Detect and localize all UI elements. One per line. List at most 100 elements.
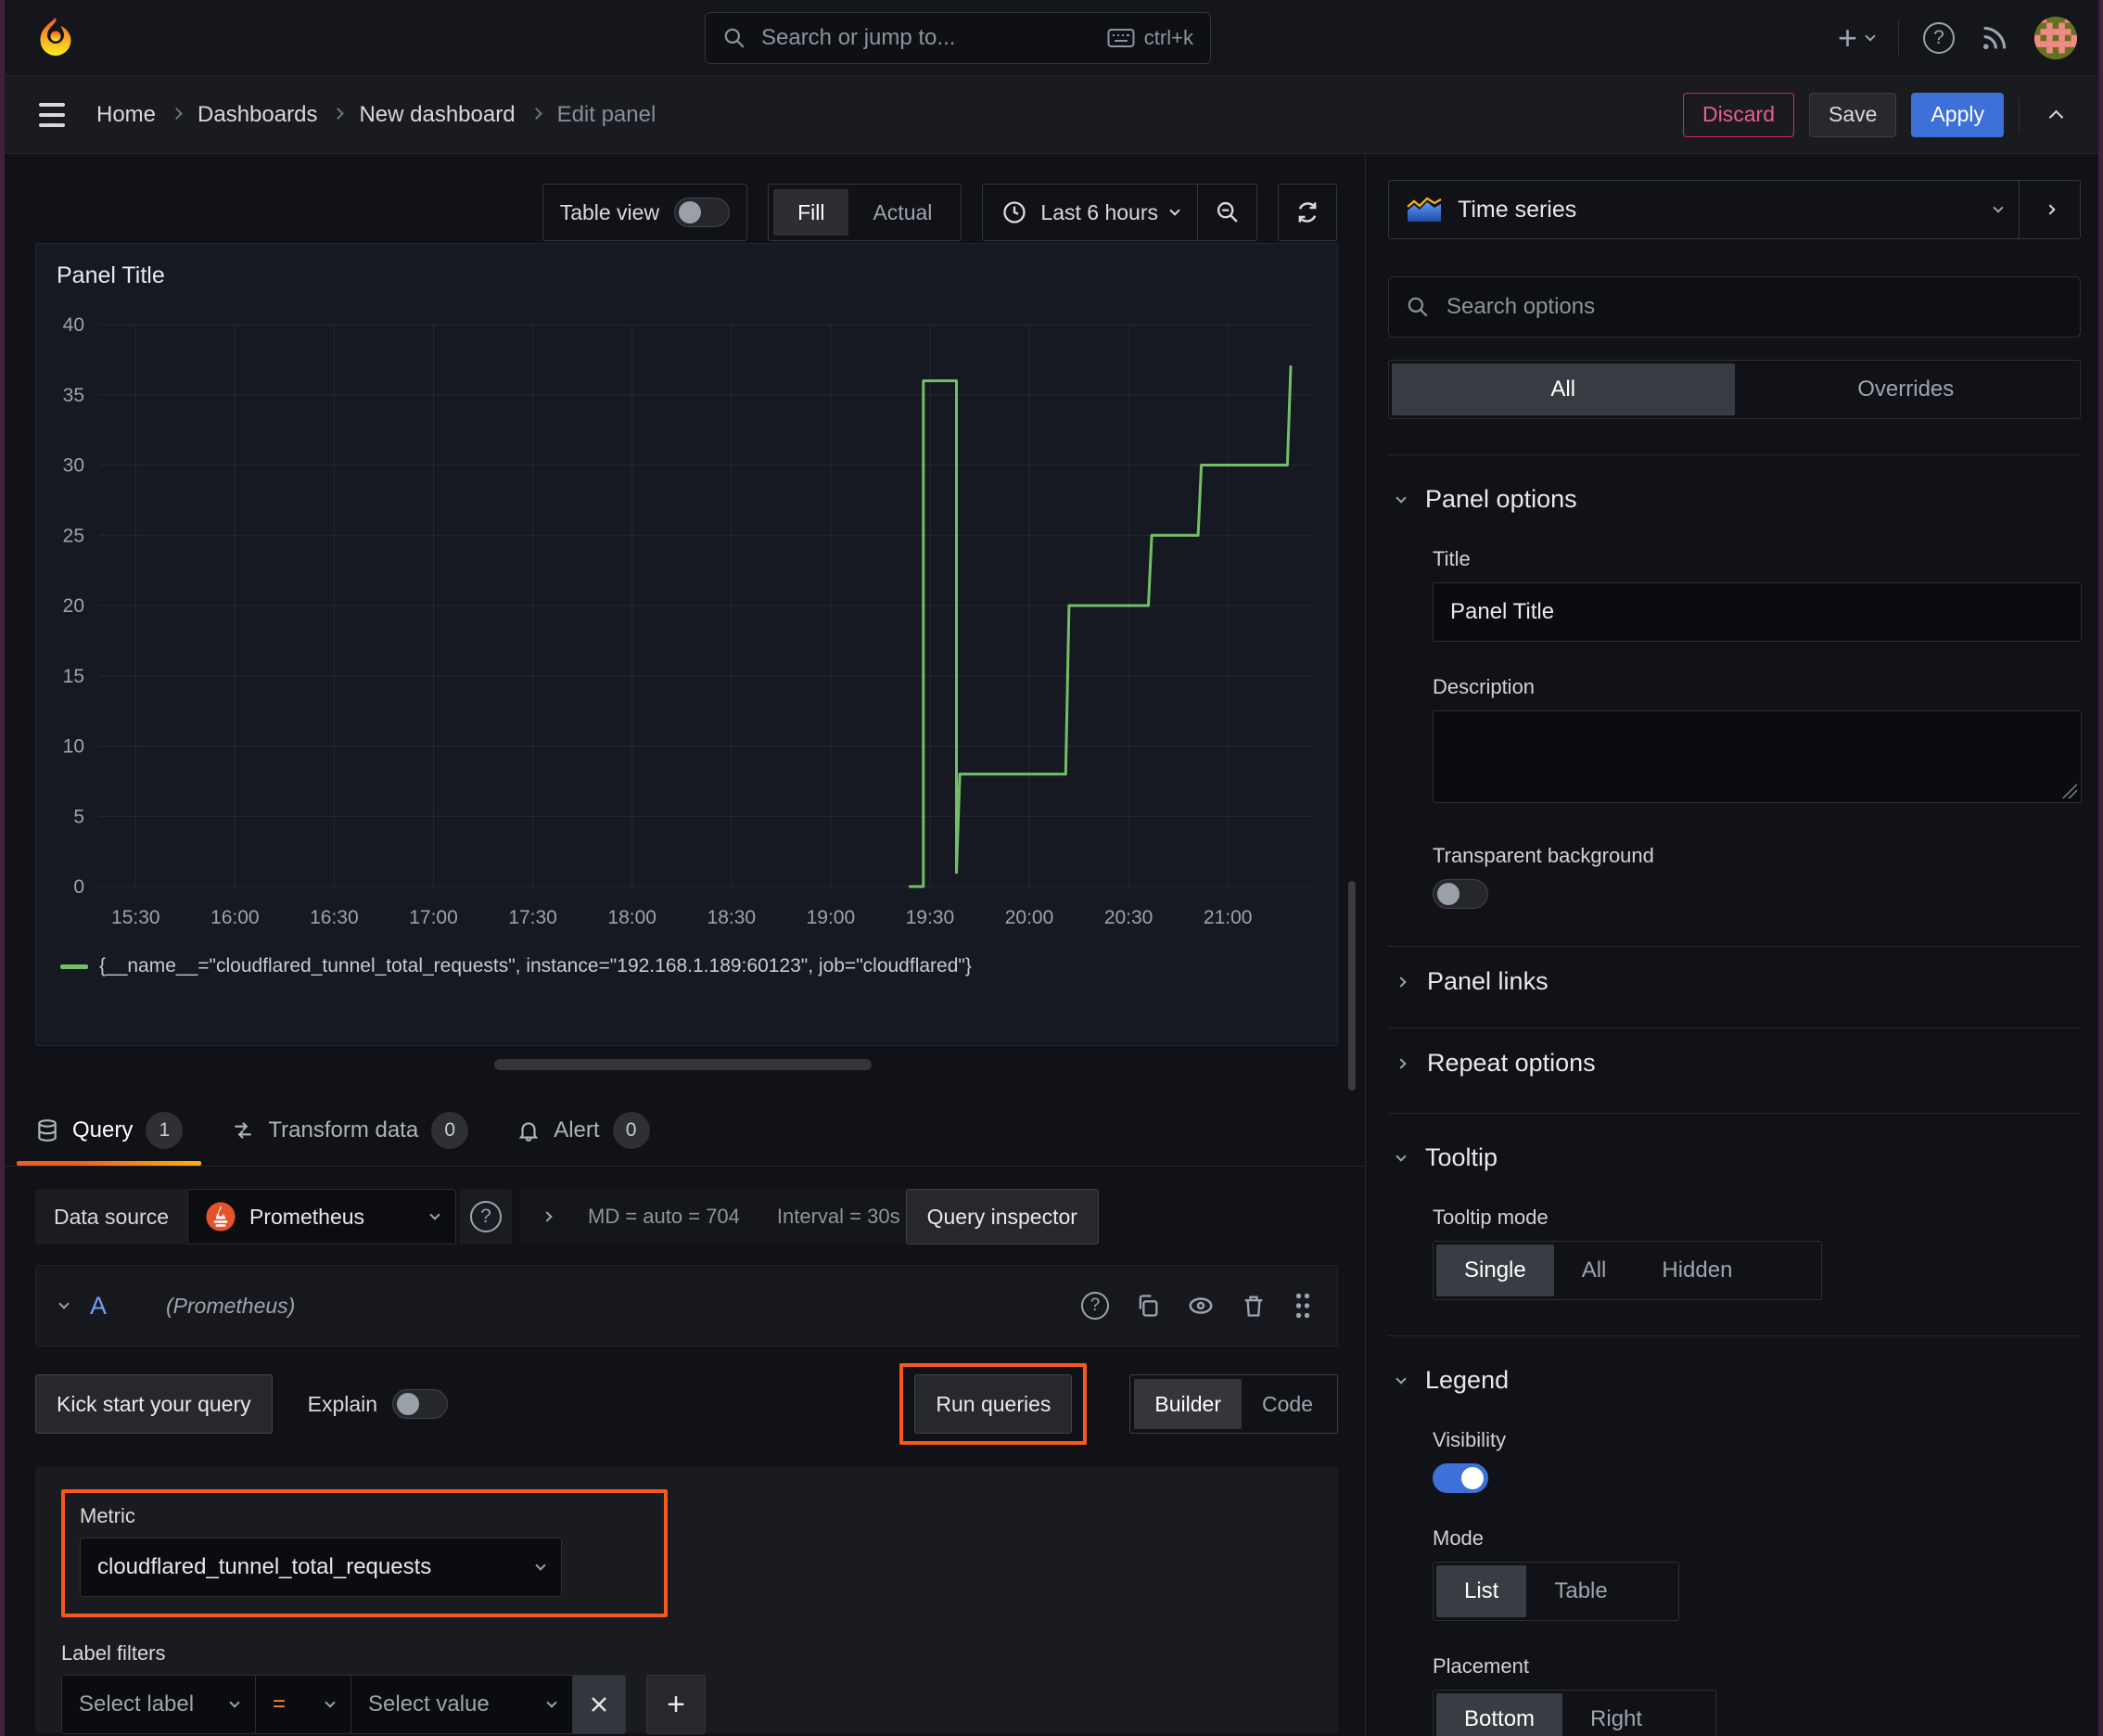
code-option[interactable]: Code [1242, 1379, 1333, 1429]
placement-right[interactable]: Right [1562, 1693, 1670, 1736]
metric-select[interactable]: cloudflared_tunnel_total_requests [80, 1538, 562, 1597]
tab-transform-data[interactable]: Transform data 0 [231, 1112, 469, 1166]
breadcrumb-dashboards[interactable]: Dashboards [198, 102, 317, 128]
chevron-down-icon [229, 1697, 240, 1708]
tab-query-label: Query [72, 1117, 134, 1142]
operator-dropdown[interactable]: = [255, 1675, 351, 1734]
tooltip-header[interactable]: Tooltip [1388, 1143, 2081, 1172]
chevron-down-icon [1865, 30, 1876, 42]
description-textarea[interactable] [1433, 710, 2082, 803]
query-row-header[interactable]: A (Prometheus) ? [35, 1265, 1338, 1347]
zoom-out-time-button[interactable] [1197, 185, 1256, 240]
time-range-label: Last 6 hours [1040, 199, 1158, 224]
global-search-input[interactable] [758, 23, 1094, 52]
series-color-marker[interactable] [60, 964, 88, 969]
metric-label: Metric [80, 1504, 135, 1527]
query-help-icon[interactable]: ? [1081, 1292, 1109, 1320]
panel-title-input[interactable] [1433, 582, 2082, 642]
scrollbar-thumb[interactable] [1348, 881, 1356, 1091]
tooltip-mode-hidden[interactable]: Hidden [1634, 1245, 1760, 1296]
svg-text:35: 35 [63, 385, 84, 406]
datasource-picker[interactable]: Prometheus [187, 1189, 457, 1245]
placement-bottom[interactable]: Bottom [1436, 1693, 1563, 1736]
builder-option[interactable]: Builder [1134, 1379, 1243, 1429]
metric-value: cloudflared_tunnel_total_requests [97, 1554, 432, 1579]
news-button[interactable] [1979, 22, 2010, 54]
bottom-pane-tabs: Query 1 Transform data 0 Alert 0 [0, 1070, 1365, 1167]
datasource-help-button[interactable]: ? [460, 1189, 513, 1245]
resize-grip-icon[interactable] [2062, 784, 2077, 798]
select-label-dropdown[interactable]: Select label [61, 1675, 256, 1734]
transform-icon [231, 1118, 255, 1142]
query-inspector-button[interactable]: Query inspector [905, 1189, 1099, 1245]
options-search-input[interactable] [1445, 293, 2063, 321]
apply-button[interactable]: Apply [1911, 92, 2004, 137]
collapse-query-icon[interactable] [58, 1298, 70, 1309]
explain-toggle[interactable] [392, 1389, 449, 1419]
kick-start-button[interactable]: Kick start your query [35, 1374, 273, 1434]
toggle-viz-picker-button[interactable] [2019, 181, 2080, 238]
svg-text:21:00: 21:00 [1204, 907, 1253, 928]
tooltip-mode-all[interactable]: All [1554, 1245, 1635, 1296]
panel-links-row[interactable]: Panel links [1388, 946, 2081, 996]
panel-options-header[interactable]: Panel options [1388, 485, 2081, 514]
avatar[interactable] [2034, 16, 2077, 59]
svg-text:0: 0 [73, 876, 84, 898]
legend-mode-table[interactable]: Table [1526, 1565, 1635, 1617]
options-tab-overrides[interactable]: Overrides [1735, 364, 2078, 415]
time-range-button[interactable]: Last 6 hours [983, 185, 1197, 240]
legend-mode-list[interactable]: List [1436, 1565, 1527, 1617]
new-button[interactable]: + [1838, 20, 1876, 55]
discard-button[interactable]: Discard [1683, 92, 1795, 137]
collapse-header-button[interactable] [2034, 107, 2077, 125]
tab-alert[interactable]: Alert 0 [516, 1112, 650, 1166]
transparent-background-toggle[interactable] [1433, 879, 1488, 909]
drag-handle-icon[interactable] [1293, 1292, 1313, 1320]
refresh-icon [1298, 202, 1317, 223]
repeat-options-row[interactable]: Repeat options [1388, 1028, 2081, 1078]
add-filter-button[interactable]: + [646, 1675, 706, 1734]
refresh-button[interactable] [1278, 184, 1337, 241]
actual-option[interactable]: Actual [848, 189, 956, 236]
global-search[interactable]: ctrl+k [704, 11, 1211, 64]
menu-toggle-button[interactable] [39, 102, 65, 127]
select-value-dropdown[interactable]: Select value [350, 1675, 573, 1734]
help-button[interactable]: ? [1923, 21, 1955, 54]
table-view-toggle[interactable] [674, 198, 731, 227]
grafana-logo-icon[interactable] [33, 16, 78, 60]
save-button[interactable]: Save [1809, 92, 1897, 137]
metric-annotation-box: Metric cloudflared_tunnel_total_requests [61, 1489, 668, 1617]
series-legend-label[interactable]: {__name__="cloudflared_tunnel_total_requ… [99, 955, 972, 977]
query-options-summary[interactable]: MD = auto = 704 Interval = 30s [521, 1189, 910, 1245]
tooltip-section: Tooltip Tooltip mode Single All Hidden [1388, 1113, 2081, 1300]
visualization-select[interactable]: Time series [1389, 196, 2019, 223]
legend-header[interactable]: Legend [1388, 1366, 2081, 1395]
hide-response-eye-icon[interactable] [1187, 1292, 1215, 1320]
legend-visibility-toggle[interactable] [1433, 1463, 1488, 1493]
tab-query[interactable]: Query 1 [16, 1112, 202, 1166]
chevron-right-icon [171, 108, 183, 120]
query-ref-id: A [90, 1291, 108, 1320]
tooltip-mode-single[interactable]: Single [1436, 1245, 1554, 1296]
help-icon: ? [1923, 21, 1955, 54]
chevron-right-icon [1396, 976, 1407, 988]
query-count-badge: 1 [146, 1112, 184, 1149]
chevron-down-icon [546, 1697, 557, 1708]
breadcrumb-home[interactable]: Home [96, 102, 156, 128]
duplicate-icon[interactable] [1135, 1293, 1161, 1319]
fill-option[interactable]: Fill [773, 189, 849, 236]
query-row-actions: ? [1081, 1292, 1313, 1320]
run-queries-button[interactable]: Run queries [914, 1374, 1073, 1434]
interval: Interval = 30s [776, 1205, 900, 1228]
trash-icon[interactable] [1241, 1293, 1267, 1319]
svg-text:17:30: 17:30 [508, 907, 557, 928]
grafana-edit-panel-screen: ctrl+k + ? [0, 0, 2103, 1736]
options-search[interactable] [1388, 276, 2081, 338]
breadcrumb-new-dashboard[interactable]: New dashboard [359, 102, 515, 128]
chevron-down-icon [535, 1560, 546, 1571]
resize-handle[interactable] [493, 1059, 872, 1070]
time-series-chart[interactable]: 15:30 16:00 16:30 17:00 17:30 18:00 18:30 19:00… [51, 302, 1321, 951]
remove-filter-button[interactable] [572, 1675, 626, 1734]
actions-divider [2019, 96, 2020, 133]
options-tab-all[interactable]: All [1392, 364, 1735, 415]
